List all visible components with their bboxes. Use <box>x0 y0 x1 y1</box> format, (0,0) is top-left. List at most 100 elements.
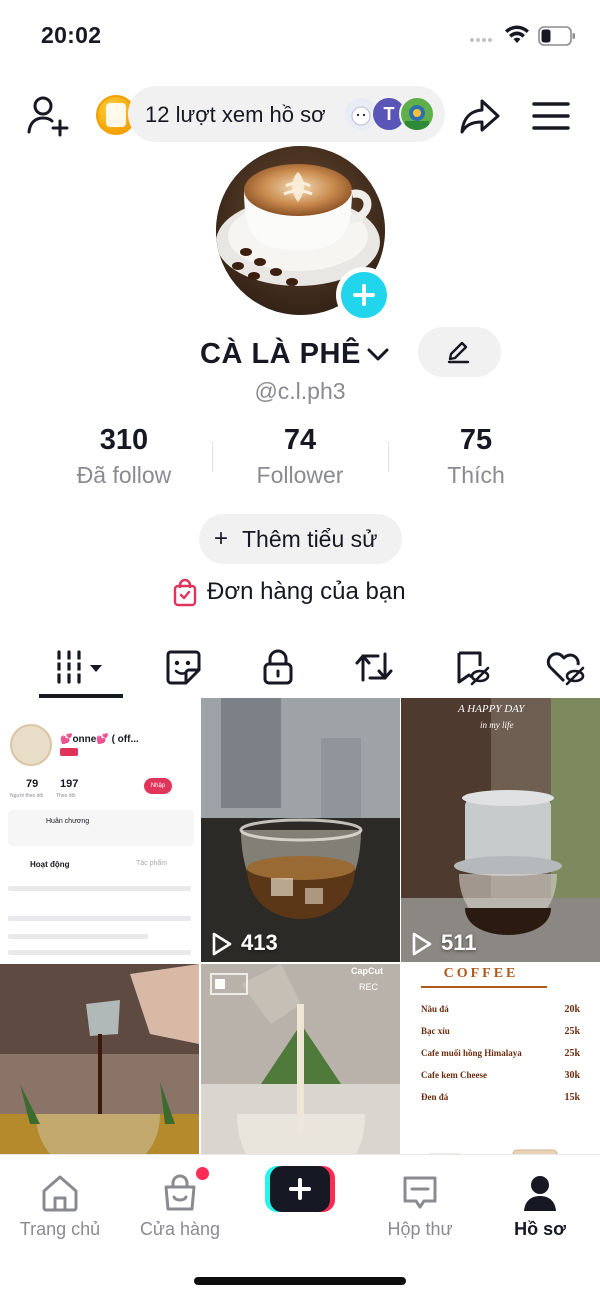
nav-inbox[interactable]: Hộp thư <box>365 1163 475 1243</box>
video-thumbnail[interactable]: 413 <box>201 698 400 962</box>
stat-label: Follower <box>256 462 344 488</box>
viewer-avatar <box>399 96 435 132</box>
play-icon <box>212 932 232 956</box>
orders-link[interactable]: Đơn hàng của bạn <box>172 574 442 614</box>
name-row: CÀ LÀ PHÊ <box>0 332 600 380</box>
profile-screenshot: 💕onne💕 ( off... 79 197 Người theo dõi Th… <box>0 698 199 962</box>
view-count: 511 <box>441 930 477 955</box>
mini-followers: 197 <box>60 778 79 790</box>
mini-badge-card <box>8 810 194 846</box>
stat-value: 74 <box>283 424 317 456</box>
wifi-icon <box>505 25 529 43</box>
bookmark-hidden-icon <box>457 651 490 686</box>
nav-label: Trang chủ <box>19 1219 101 1239</box>
edit-profile-button[interactable] <box>418 327 501 377</box>
home-indicator <box>194 1277 406 1285</box>
video-thumbnail[interactable] <box>0 964 199 1154</box>
lock-icon <box>263 649 293 685</box>
menu-item-name: Cafe kem Cheese <box>421 1070 487 1080</box>
profile-stats: 310 Đã follow 74 Follower 75 Thích <box>0 424 600 494</box>
tab-stickers[interactable] <box>146 642 216 692</box>
status-badge <box>60 748 78 756</box>
video-thumbnail[interactable]: CapCut REC <box>201 964 400 1154</box>
cellular-signal-icon <box>470 36 498 44</box>
menu-item-name: Cafe muối hồng Himalaya <box>421 1048 522 1058</box>
tab-hidden-favorites[interactable] <box>434 642 504 692</box>
nav-label: Hộp thư <box>387 1219 453 1239</box>
menu-item-price: 30k <box>564 1070 580 1081</box>
display-name[interactable]: CÀ LÀ PHÊ <box>200 338 361 371</box>
add-friend-icon[interactable] <box>26 94 70 138</box>
create-post-button[interactable] <box>265 1166 335 1212</box>
shop-bag-icon <box>164 1174 196 1211</box>
mini-join-button: Nhập <box>144 778 172 794</box>
profile-header: 12 lượt xem hồ sơ T <box>0 80 600 152</box>
tab-videos[interactable] <box>36 642 106 692</box>
coffee-menu-card: COFFEE Nâu đá 20k Bạc xỉu 25k Cafe muối … <box>401 964 600 1154</box>
menu-item-price: 25k <box>564 1048 580 1059</box>
notification-dot <box>196 1167 209 1180</box>
thumbnail-image <box>201 698 400 962</box>
grid-icon <box>56 650 102 684</box>
chevron-down-icon[interactable] <box>366 346 390 364</box>
mini-works-tab: Tác phẩm <box>136 860 168 867</box>
add-bio-label: Thêm tiểu sử <box>242 526 378 552</box>
nav-home[interactable]: Trang chủ <box>5 1163 115 1243</box>
avatar <box>10 724 52 766</box>
svg-text:A HAPPY DAY: A HAPPY DAY <box>457 703 526 715</box>
tab-private[interactable] <box>241 642 311 692</box>
heart-hidden-icon <box>546 652 585 686</box>
svg-text:in my life: in my life <box>480 720 514 730</box>
profile-views-pill[interactable]: 12 lượt xem hồ sơ T <box>128 86 445 142</box>
menu-item-name: Bạc xỉu <box>421 1026 450 1036</box>
home-icon <box>42 1175 78 1212</box>
nav-profile[interactable]: Hồ sơ <box>485 1163 595 1243</box>
menu-icon[interactable] <box>532 100 570 132</box>
nav-label: Hồ sơ <box>514 1219 566 1239</box>
view-count: 413 <box>241 930 278 955</box>
video-grid: 💕onne💕 ( off... 79 197 Người theo dõi Th… <box>0 698 600 1154</box>
battery-icon <box>538 26 575 46</box>
menu-item-name: Đen đá <box>421 1092 449 1102</box>
play-icon <box>412 932 432 956</box>
mini-following-label: Người theo dõi <box>10 793 44 799</box>
create-plus-icon <box>270 1166 330 1212</box>
stat-label: Thích <box>447 462 505 488</box>
add-bio-button[interactable]: + Thêm tiểu sử <box>199 514 402 564</box>
status-time: 20:02 <box>41 22 102 48</box>
nav-shop[interactable]: Cửa hàng <box>125 1163 235 1243</box>
stat-likes[interactable]: 75 Thích <box>388 424 564 489</box>
profile-views-text: 12 lượt xem hồ sơ <box>145 102 326 127</box>
text-line <box>8 886 191 891</box>
menu-item-price: 25k <box>564 1026 580 1037</box>
inbox-icon <box>403 1176 437 1209</box>
add-avatar-button[interactable] <box>336 267 392 323</box>
menu-item-price: 20k <box>564 1004 580 1015</box>
mini-activity-tab: Hoạt động <box>30 860 70 869</box>
divider <box>421 986 547 988</box>
text-line <box>8 916 191 921</box>
drinks-illustration <box>428 1149 558 1154</box>
tab-hidden-likes[interactable] <box>527 642 597 692</box>
thumbnail-image <box>0 964 199 1154</box>
menu-item-name: Nâu đá <box>421 1004 449 1014</box>
stat-label: Đã follow <box>76 462 172 488</box>
share-icon[interactable] <box>458 96 502 136</box>
stat-value: 310 <box>99 424 149 456</box>
capcut-watermark: CapCut <box>351 966 383 976</box>
tab-reposts[interactable] <box>336 642 406 692</box>
overlay-text: A HAPPY DAY in my life <box>457 703 526 730</box>
stat-followers[interactable]: 74 Follower <box>212 424 388 489</box>
video-thumbnail[interactable]: 💕onne💕 ( off... 79 197 Người theo dõi Th… <box>0 698 199 962</box>
video-thumbnail[interactable]: COFFEE Nâu đá 20k Bạc xỉu 25k Cafe muối … <box>401 964 600 1154</box>
mini-name: 💕onne💕 ( off... <box>60 734 139 745</box>
text-line <box>8 934 148 939</box>
mini-followers-label: Theo dõi <box>56 793 76 799</box>
profile-icon <box>524 1176 556 1211</box>
sticker-icon <box>166 650 201 685</box>
stat-following[interactable]: 310 Đã follow <box>36 424 212 489</box>
nav-label: Cửa hàng <box>139 1219 221 1239</box>
mini-badge-label: Huân chương <box>46 818 90 825</box>
video-thumbnail[interactable]: A HAPPY DAY in my life 511 <box>401 698 600 962</box>
shopping-bag-icon <box>173 578 197 607</box>
